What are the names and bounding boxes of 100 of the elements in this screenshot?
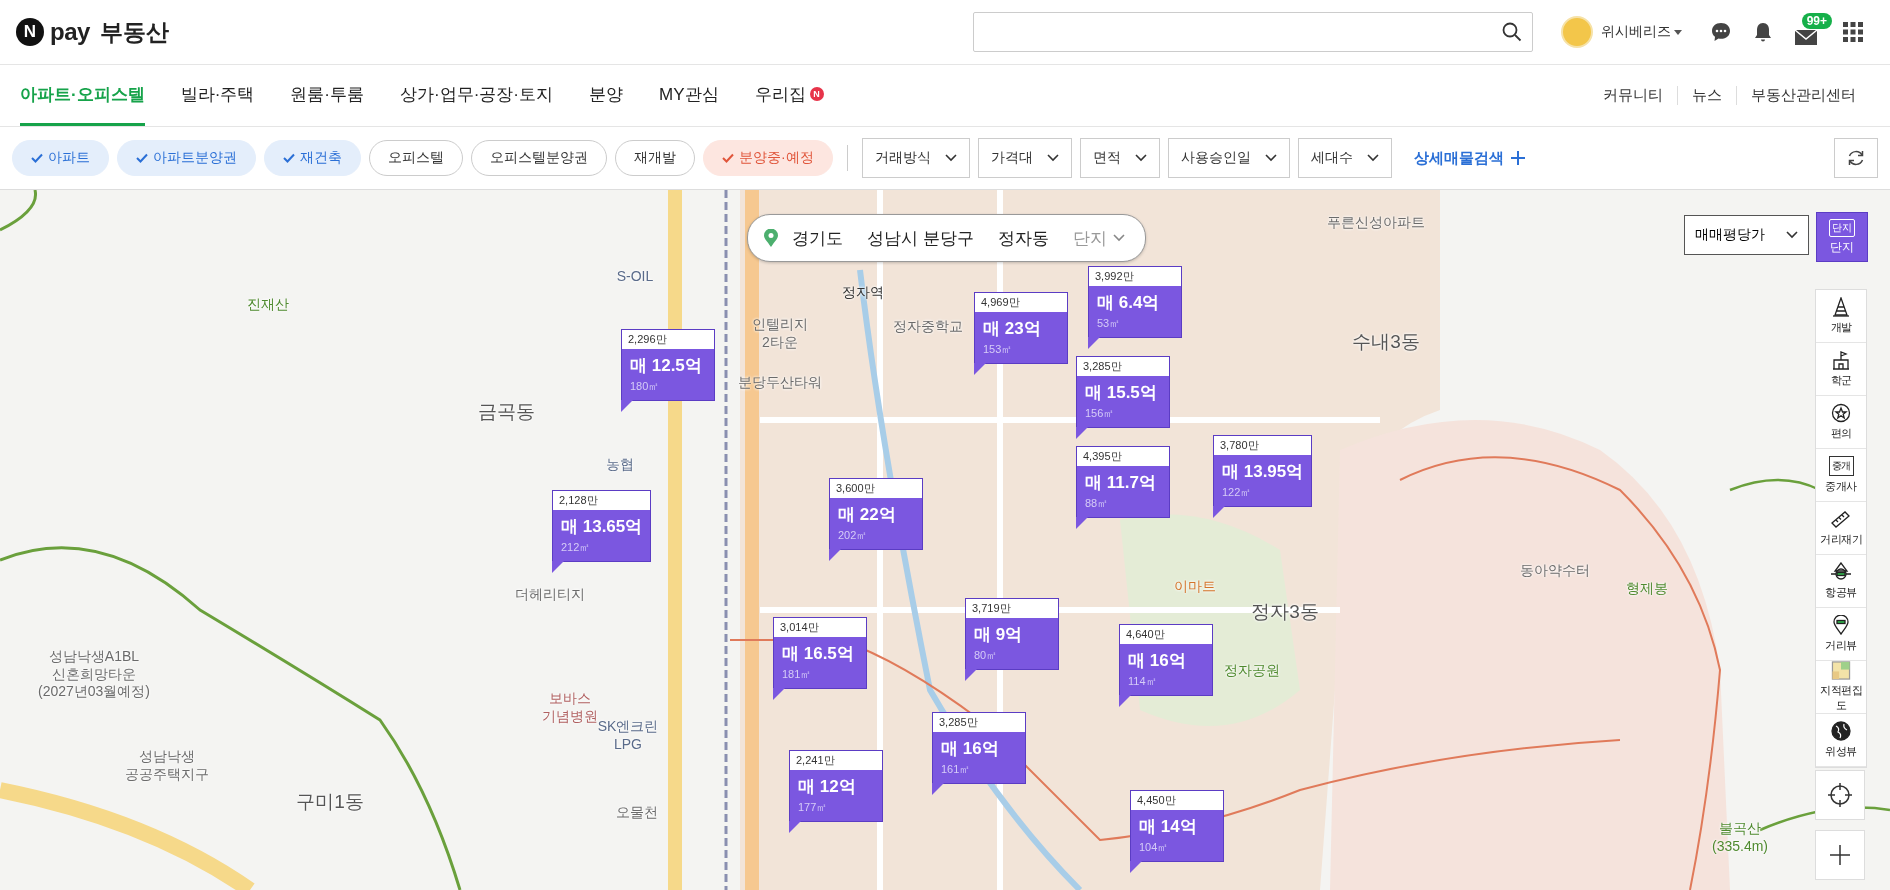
map-place-label: 구미1동 — [296, 790, 364, 814]
filter-dropdown[interactable]: 사용승인일 — [1167, 138, 1290, 178]
chevron-down-icon — [1046, 154, 1059, 162]
map-place-label: 형제봉 — [1626, 580, 1668, 598]
marker-pointer — [932, 783, 944, 795]
filter-chip[interactable]: 아파트 — [12, 140, 109, 176]
nav-tab[interactable]: 분양 — [589, 65, 623, 126]
marker-pointer — [1076, 517, 1088, 529]
filter-chip[interactable]: 재건축 — [264, 140, 361, 176]
check-icon — [722, 153, 734, 163]
aerial-view-icon — [1830, 562, 1852, 582]
unit-price: 4,640만 — [1120, 625, 1212, 644]
map-place-label: 이마트 — [1174, 578, 1216, 596]
area-size: 80㎡ — [973, 648, 999, 663]
map-place-label: 성남낙생 공공주택지구 — [125, 748, 209, 783]
map-tool-button[interactable]: 지적편집도 — [1816, 661, 1866, 714]
unit-price: 4,450만 — [1131, 791, 1223, 810]
user-menu[interactable]: 위시베리즈 — [1601, 23, 1682, 41]
refresh-icon — [1846, 148, 1866, 168]
sale-price: 매 13.65억 — [560, 516, 644, 538]
chevron-down-icon — [1264, 154, 1277, 162]
map-place-label: 불곡산 (335.4m) — [1712, 820, 1768, 855]
school-icon — [1830, 350, 1852, 370]
map-place-label: 동아약수터 — [1520, 562, 1590, 580]
search-field[interactable] — [973, 12, 1533, 52]
filter-chip[interactable]: 재개발 — [615, 140, 695, 176]
marker-pointer — [621, 400, 633, 412]
filter-chip[interactable]: 오피스텔분양권 — [471, 140, 607, 176]
marker-pointer — [1130, 861, 1142, 873]
map-place-label: 농협 — [606, 456, 634, 474]
cadastral-map-icon — [1830, 661, 1852, 680]
area-size: 104㎡ — [1138, 840, 1170, 855]
sale-price: 매 16.5억 — [781, 643, 855, 665]
plus-icon — [1828, 843, 1852, 867]
sale-price: 매 22억 — [837, 504, 897, 526]
nav-link[interactable]: 부동산관리센터 — [1736, 86, 1870, 105]
unit-price: 3,992만 — [1089, 267, 1181, 286]
unit-price: 3,600만 — [830, 479, 922, 498]
map-place-label: 오물천 — [616, 804, 658, 822]
filter-dropdown[interactable]: 면적 — [1079, 138, 1160, 178]
map-place-label: 보바스 기념병원 — [542, 690, 598, 725]
marker-pointer — [773, 688, 785, 700]
logo-mark[interactable]: N — [16, 18, 44, 46]
sale-price: 매 16억 — [1127, 650, 1187, 672]
map-place-label: 정자공원 — [1224, 662, 1280, 680]
nav-link[interactable]: 커뮤니티 — [1589, 86, 1677, 105]
locate-button[interactable] — [1815, 770, 1865, 820]
filter-dropdown[interactable]: 세대수 — [1297, 138, 1392, 178]
sale-price: 매 11.7억 — [1084, 472, 1157, 494]
area-size: 180㎡ — [629, 379, 661, 394]
sale-price: 매 16억 — [940, 738, 1000, 760]
filter-dropdown[interactable]: 가격대 — [977, 138, 1072, 178]
map-place-label: 더헤리티지 — [515, 586, 585, 604]
nav-tab[interactable]: 원룸·투룸 — [290, 65, 364, 126]
filter-chip[interactable]: 오피스텔 — [369, 140, 463, 176]
area-size: 212㎡ — [560, 540, 592, 555]
breadcrumb-item[interactable]: 성남시 분당구 — [857, 226, 984, 250]
new-badge: N — [809, 87, 824, 101]
area-size: 53㎡ — [1096, 316, 1122, 331]
map-place-label: 정자3동 — [1251, 600, 1319, 624]
area-size: 153㎡ — [982, 342, 1014, 357]
area-size: 88㎡ — [1084, 496, 1110, 511]
breadcrumb-item[interactable]: 정자동 — [987, 226, 1059, 250]
unit-price: 3,780만 — [1214, 436, 1312, 455]
cone-icon — [1830, 297, 1852, 317]
map-place-label: SK엔크린 LPG — [597, 718, 659, 753]
complex-toggle[interactable]: 단지 단지 — [1816, 212, 1868, 262]
area-size: 161㎡ — [940, 762, 972, 777]
price-type-select[interactable]: 매매평당가 — [1684, 215, 1809, 255]
chevron-down-icon — [1786, 231, 1798, 239]
unit-price: 4,969만 — [975, 293, 1067, 312]
map-place-label: 수내3동 — [1352, 330, 1420, 354]
nav-tab[interactable]: MY관심 — [659, 65, 719, 126]
unit-price: 3,285만 — [1077, 357, 1169, 376]
filter-dropdown[interactable]: 거래방식 — [861, 138, 970, 178]
detail-search-link[interactable]: 상세매물검색 — [1407, 147, 1532, 169]
chevron-down-icon — [1134, 154, 1147, 162]
unit-price: 4,395만 — [1077, 447, 1169, 466]
unit-price: 2,296만 — [622, 330, 714, 349]
filter-chip[interactable]: 아파트분양권 — [117, 140, 256, 176]
sale-price: 매 12.5억 — [629, 355, 703, 377]
nav-link[interactable]: 뉴스 — [1677, 86, 1736, 105]
map-pin-icon — [1830, 615, 1852, 635]
zoom-in-button[interactable] — [1815, 830, 1865, 880]
sale-price: 매 6.4억 — [1096, 292, 1161, 314]
search-icon[interactable] — [1502, 22, 1522, 42]
area-size: 202㎡ — [837, 528, 869, 543]
check-icon — [136, 153, 148, 163]
ruler-icon — [1830, 509, 1852, 529]
refresh-button[interactable] — [1834, 138, 1878, 178]
logo-brand[interactable]: pay — [50, 18, 90, 46]
caret-icon — [1674, 29, 1682, 35]
sale-price: 매 9억 — [973, 624, 1024, 646]
nav-tab[interactable]: 빌라·주택 — [180, 65, 255, 126]
nav-tab[interactable]: 상가·업무·공장·토지 — [400, 65, 553, 126]
logo-title[interactable]: 부동산 — [99, 16, 169, 48]
unit-price: 3,719만 — [966, 599, 1058, 618]
nav-tab[interactable]: 우리집 N — [754, 65, 824, 126]
breadcrumb-item[interactable]: 경기도 — [782, 226, 853, 250]
map-place-label: S-OIL — [616, 268, 654, 286]
